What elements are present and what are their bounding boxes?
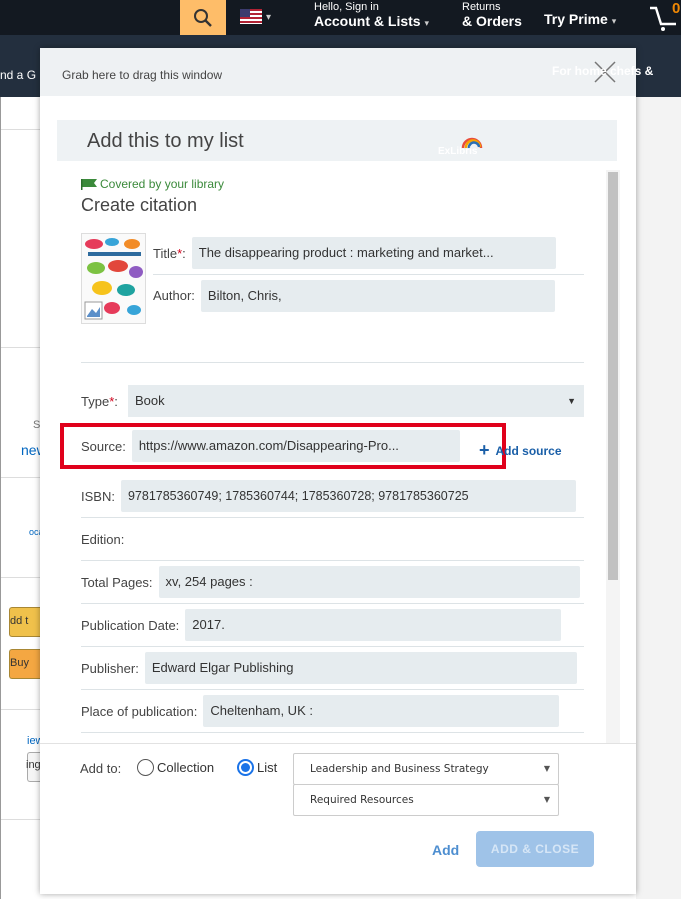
us-flag-icon[interactable] xyxy=(240,9,262,24)
account-lists-menu[interactable]: Hello, Sign in Account & Lists ▾ xyxy=(314,1,429,29)
book-cover-image xyxy=(82,234,145,323)
covered-label: Covered by your library xyxy=(100,177,225,191)
add-source-label: Add source xyxy=(495,443,562,458)
publication-date-row: Publication Date: 2017. xyxy=(81,604,584,647)
publisher-label: Publisher: xyxy=(81,660,139,676)
list-select[interactable]: Leadership and Business Strategy ▼ xyxy=(293,753,559,785)
page-left-content: S new oca dd t Buy iew ing xyxy=(0,97,47,899)
returns-label: Returns xyxy=(462,1,501,13)
edition-field[interactable] xyxy=(130,523,584,555)
source-highlight-box xyxy=(60,423,506,469)
publication-date-label: Publication Date: xyxy=(81,617,180,633)
flag-icon xyxy=(81,178,97,190)
scrollbar-thumb[interactable] xyxy=(608,172,618,580)
title-row: Title*: The disappearing product : marke… xyxy=(153,232,584,275)
total-pages-field[interactable]: xv, 254 pages : xyxy=(158,566,580,598)
orders-label: & Orders xyxy=(462,12,522,29)
radio-collection[interactable]: Collection xyxy=(137,759,214,776)
type-label: Type*: xyxy=(81,394,118,409)
radio-list-circle[interactable] xyxy=(237,759,254,776)
cart-count: 0 xyxy=(672,0,681,17)
section-select-value: Required Resources xyxy=(310,794,414,806)
add-button[interactable]: Add xyxy=(432,842,459,858)
add-and-close-button[interactable]: ADD & CLOSE xyxy=(476,831,594,867)
divider xyxy=(81,362,584,363)
plus-icon: + xyxy=(479,440,490,460)
section-title: Create citation xyxy=(81,195,198,215)
page-right-margin xyxy=(636,97,681,899)
drag-handle[interactable]: Grab here to drag this window xyxy=(40,48,636,96)
exlibris-logo-text: ExLibris xyxy=(438,146,478,157)
author-field[interactable]: Bilton, Chris, xyxy=(200,279,555,312)
add-to-cart-button-fragment[interactable]: dd t xyxy=(9,607,41,637)
total-pages-row: Total Pages: xv, 254 pages : xyxy=(81,561,584,604)
account-lists-label: Account & Lists ▾ xyxy=(314,12,429,29)
caret-down-icon: ▼ xyxy=(543,795,550,804)
radio-collection-label: Collection xyxy=(157,760,215,775)
publisher-field[interactable]: Edward Elgar Publishing xyxy=(144,652,577,684)
panel-header: Add this to my list ExLibris xyxy=(57,120,617,161)
add-to-list-dialog: Grab here to drag this window Add this t… xyxy=(40,48,636,894)
isbn-label: ISBN: xyxy=(81,488,115,504)
add-and-close-label: ADD & CLOSE xyxy=(490,842,580,856)
publication-date-field[interactable]: 2017. xyxy=(185,609,562,641)
total-pages-label: Total Pages: xyxy=(81,574,153,590)
place-field[interactable]: Cheltenham, UK : xyxy=(203,695,560,727)
isbn-field[interactable]: 9781785360749; 1785360744; 1785360728; 9… xyxy=(120,480,576,512)
returns-orders-link[interactable]: Returns & Orders xyxy=(462,1,522,29)
citation-form[interactable]: Covered by your library Create citation xyxy=(57,161,617,743)
library-coverage-note: Covered by your library xyxy=(81,177,224,191)
author-label: Author: xyxy=(153,288,195,303)
caret-down-icon: ▼ xyxy=(543,764,550,773)
footer-divider xyxy=(40,743,636,744)
section-select[interactable]: Required Resources ▼ xyxy=(293,784,559,816)
book-cover-thumbnail xyxy=(81,233,146,324)
drag-label: Grab here to drag this window xyxy=(62,68,223,82)
left-fragment: ing xyxy=(26,759,41,771)
type-select[interactable]: Book ▼ xyxy=(128,385,584,417)
search-button[interactable] xyxy=(180,0,226,35)
add-source-button[interactable]: + Add source xyxy=(479,440,562,461)
try-prime-menu[interactable]: Try Prime ▾ xyxy=(544,12,616,27)
edition-row: Edition: xyxy=(81,518,584,561)
subnav-promo[interactable]: For home chefs & xyxy=(552,64,653,78)
isbn-row: ISBN: 9781785360749; 1785360744; 1785360… xyxy=(81,475,584,518)
amazon-header: ▾ Hello, Sign in Account & Lists ▾ Retur… xyxy=(0,0,681,35)
caret-down-icon: ▼ xyxy=(567,396,576,406)
list-select-value: Leadership and Business Strategy xyxy=(310,763,489,775)
caret-down-icon: ▾ xyxy=(266,12,272,23)
title-field[interactable]: The disappearing product : marketing and… xyxy=(191,237,556,269)
search-icon xyxy=(194,8,212,27)
subnav-text-fragment[interactable]: nd a G xyxy=(0,68,36,82)
radio-list[interactable]: List xyxy=(237,759,277,776)
panel-title: Add this to my list xyxy=(87,130,244,152)
add-to-label: Add to: xyxy=(80,761,122,776)
place-label: Place of publication: xyxy=(81,703,198,719)
type-select-value: Book xyxy=(135,393,165,408)
edition-label: Edition: xyxy=(81,531,125,547)
place-row: Place of publication: Cheltenham, UK : xyxy=(81,690,584,733)
author-row: Author: Bilton, Chris, xyxy=(153,275,584,316)
radio-collection-circle[interactable] xyxy=(137,759,154,776)
title-label: Title*: xyxy=(153,245,186,261)
publisher-row: Publisher: Edward Elgar Publishing xyxy=(81,647,584,690)
radio-list-label: List xyxy=(257,760,278,775)
buy-now-button-fragment[interactable]: Buy xyxy=(9,649,41,679)
